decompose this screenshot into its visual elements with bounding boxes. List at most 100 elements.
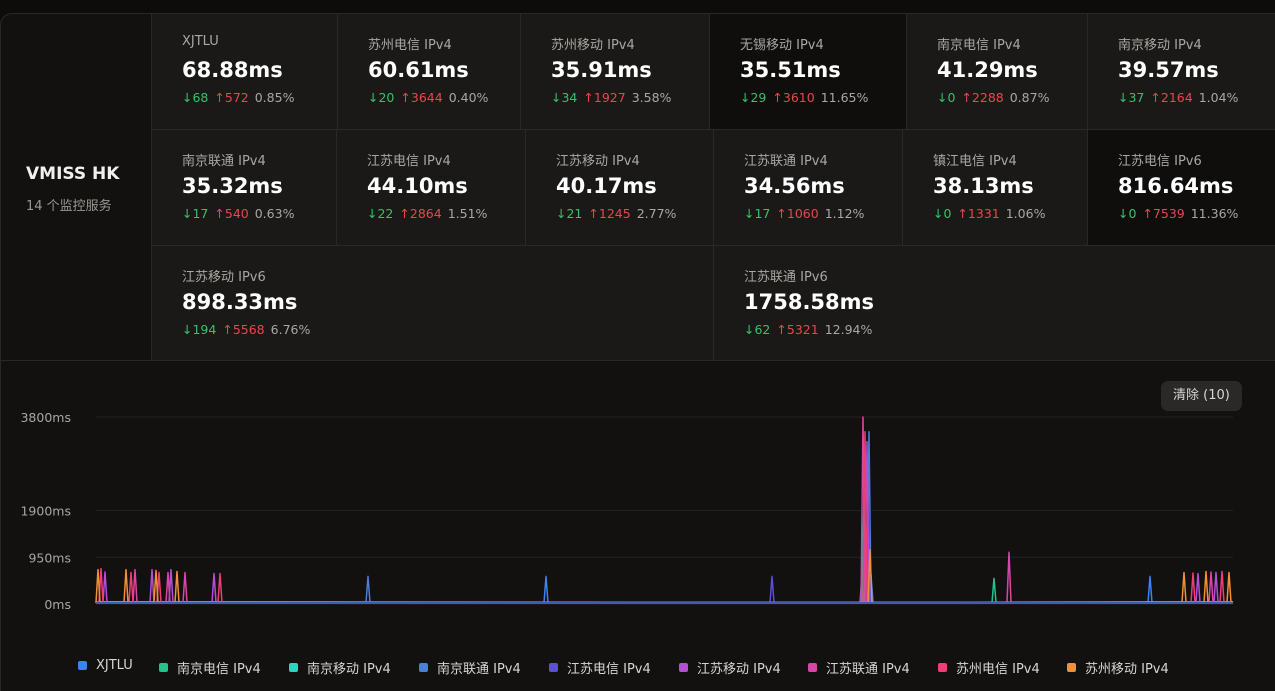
up-count: ↑3610: [772, 90, 815, 105]
packet-loss: 11.65%: [820, 90, 869, 105]
monitor-stats: ↓0 ↑2288 0.87%: [937, 90, 1049, 105]
legend-item[interactable]: 江苏联通 IPv4: [808, 658, 910, 677]
packet-loss: 0.87%: [1009, 90, 1050, 105]
y-tick-label: 3800ms: [20, 410, 71, 425]
monitor-avg-latency: 40.17ms: [556, 174, 657, 198]
down-count: ↓0: [937, 90, 956, 105]
monitor-card: 南京电信 IPv4 41.29ms ↓0 ↑2288 0.87%: [907, 14, 1088, 130]
monitor-stats: ↓194 ↑5568 6.76%: [182, 322, 310, 337]
monitor-card: 镇江电信 IPv4 38.13ms ↓0 ↑1331 1.06%: [903, 130, 1088, 246]
up-count: ↑5568: [222, 322, 265, 337]
server-name: VMISS HK: [26, 164, 120, 184]
legend-item[interactable]: 苏州电信 IPv4: [938, 658, 1040, 677]
legend-label: 苏州移动 IPv4: [1085, 662, 1169, 677]
monitor-card: 江苏电信 IPv4 44.10ms ↓22 ↑2864 1.51%: [337, 130, 526, 246]
legend-item[interactable]: 南京电信 IPv4: [159, 658, 261, 677]
monitor-card: 无锡移动 IPv4 35.51ms ↓29 ↑3610 11.65%: [710, 14, 907, 130]
monitor-stats: ↓37 ↑2164 1.04%: [1118, 90, 1238, 105]
legend-swatch: [808, 663, 817, 672]
monitor-name: 江苏电信 IPv6: [1118, 154, 1202, 169]
up-count: ↑7539: [1142, 206, 1185, 221]
up-count: ↑1060: [776, 206, 819, 221]
packet-loss: 0.63%: [254, 206, 295, 221]
legend-item[interactable]: 江苏移动 IPv4: [679, 658, 781, 677]
legend-item[interactable]: 南京联通 IPv4: [419, 658, 521, 677]
up-count: ↑2864: [399, 206, 442, 221]
monitor-name: 江苏电信 IPv4: [367, 154, 451, 169]
legend-item[interactable]: 南京移动 IPv4: [289, 658, 391, 677]
monitor-avg-latency: 39.57ms: [1118, 58, 1219, 82]
legend-label: 苏州电信 IPv4: [956, 662, 1040, 677]
series-line: [95, 534, 1234, 604]
down-count: ↓62: [744, 322, 771, 337]
down-count: ↓194: [182, 322, 217, 337]
monitor-card: 苏州电信 IPv4 60.61ms ↓20 ↑3644 0.40%: [338, 14, 521, 130]
down-count: ↓17: [744, 206, 771, 221]
server-info-panel: VMISS HK 14 个监控服务: [1, 14, 152, 361]
legend-label: 南京联通 IPv4: [437, 662, 521, 677]
legend-item[interactable]: XJTLU: [78, 658, 133, 673]
legend-label: 江苏联通 IPv4: [826, 662, 910, 677]
monitor-stats: ↓34 ↑1927 3.58%: [551, 90, 671, 105]
monitor-name: 南京联通 IPv4: [182, 154, 266, 169]
monitor-name: 南京移动 IPv4: [1118, 38, 1202, 53]
packet-loss: 11.36%: [1190, 206, 1239, 221]
monitor-avg-latency: 898.33ms: [182, 290, 298, 314]
monitor-name: 江苏联通 IPv6: [744, 270, 828, 285]
series-line: [95, 440, 1234, 604]
packet-loss: 1.51%: [447, 206, 488, 221]
monitor-avg-latency: 35.91ms: [551, 58, 652, 82]
packet-loss: 1.04%: [1198, 90, 1239, 105]
down-count: ↓20: [368, 90, 395, 105]
monitor-name: XJTLU: [182, 34, 219, 49]
packet-loss: 2.77%: [636, 206, 677, 221]
packet-loss: 0.85%: [254, 90, 295, 105]
monitor-stats: ↓22 ↑2864 1.51%: [367, 206, 487, 221]
monitor-stats: ↓62 ↑5321 12.94%: [744, 322, 872, 337]
latency-chart: 3800ms 1900ms 950ms 0ms: [20, 410, 1234, 612]
down-count: ↓22: [367, 206, 394, 221]
y-tick-label: 0ms: [44, 597, 71, 612]
monitor-card: XJTLU 68.88ms ↓68 ↑572 0.85%: [152, 14, 338, 130]
service-count: 14 个监控服务: [26, 199, 112, 214]
packet-loss: 12.94%: [824, 322, 873, 337]
down-count: ↓17: [182, 206, 209, 221]
up-count: ↑1245: [588, 206, 631, 221]
monitor-name: 江苏移动 IPv6: [182, 270, 266, 285]
y-tick-label: 1900ms: [20, 504, 71, 519]
up-count: ↑3644: [400, 90, 443, 105]
packet-loss: 0.40%: [448, 90, 489, 105]
monitor-card: 南京联通 IPv4 35.32ms ↓17 ↑540 0.63%: [152, 130, 337, 246]
monitor-stats: ↓29 ↑3610 11.65%: [740, 90, 868, 105]
legend-swatch: [419, 663, 428, 672]
monitor-stats: ↓17 ↑1060 1.12%: [744, 206, 864, 221]
monitor-avg-latency: 60.61ms: [368, 58, 469, 82]
monitor-stats: ↓0 ↑7539 11.36%: [1118, 206, 1238, 221]
packet-loss: 3.58%: [631, 90, 672, 105]
down-count: ↓68: [182, 90, 209, 105]
series-line: [96, 572, 1233, 604]
monitor-card: 苏州移动 IPv4 35.91ms ↓34 ↑1927 3.58%: [521, 14, 710, 130]
monitor-stats: ↓0 ↑1331 1.06%: [933, 206, 1045, 221]
packet-loss: 1.06%: [1005, 206, 1046, 221]
up-count: ↑2288: [961, 90, 1004, 105]
legend-label: 江苏电信 IPv4: [567, 662, 651, 677]
monitor-avg-latency: 41.29ms: [937, 58, 1038, 82]
monitor-card: 江苏电信 IPv6 816.64ms ↓0 ↑7539 11.36%: [1088, 130, 1275, 246]
up-count: ↑1927: [583, 90, 626, 105]
up-count: ↑1331: [957, 206, 1000, 221]
series-line: [95, 504, 1234, 604]
down-count: ↓0: [1118, 206, 1137, 221]
legend-swatch: [549, 663, 558, 672]
monitor-card: 江苏联通 IPv4 34.56ms ↓17 ↑1060 1.12%: [714, 130, 903, 246]
clear-button[interactable]: 清除 (10): [1161, 381, 1242, 411]
monitor-avg-latency: 68.88ms: [182, 58, 283, 82]
legend-item[interactable]: 苏州移动 IPv4: [1067, 658, 1169, 677]
up-count: ↑572: [214, 90, 249, 105]
legend-item[interactable]: 江苏电信 IPv4: [549, 658, 651, 677]
legend-swatch: [78, 661, 87, 670]
monitor-avg-latency: 35.32ms: [182, 174, 283, 198]
monitor-card: 江苏联通 IPv6 1758.58ms ↓62 ↑5321 12.94%: [714, 246, 1275, 361]
packet-loss: 6.76%: [270, 322, 311, 337]
legend-swatch: [159, 663, 168, 672]
